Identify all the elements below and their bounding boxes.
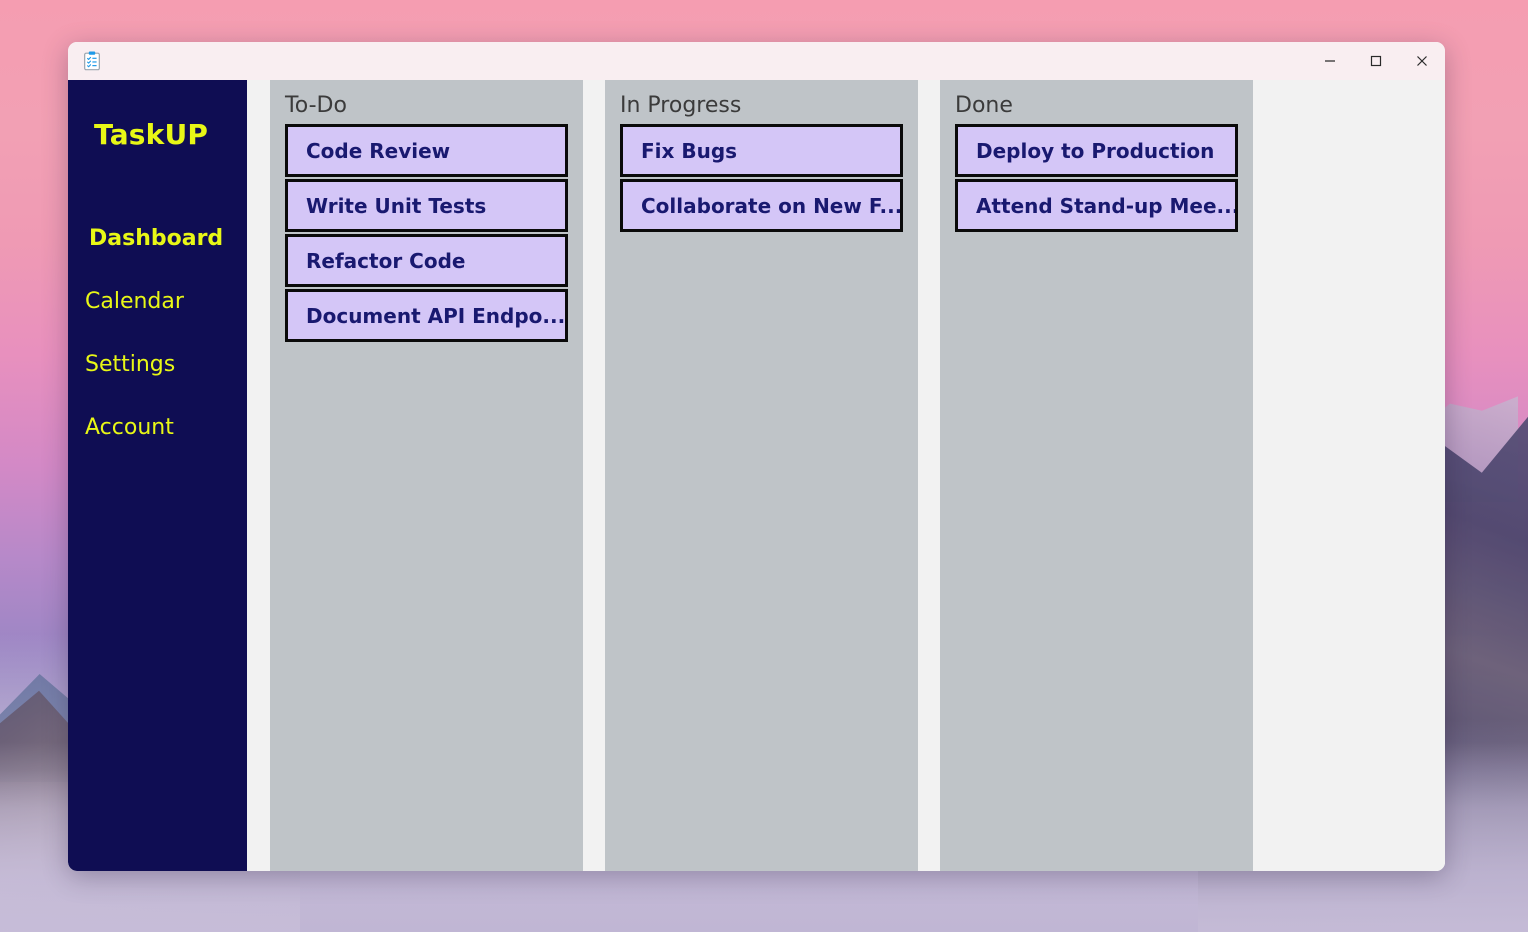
task-card-label: Write Unit Tests: [306, 193, 487, 218]
task-card-label: Deploy to Production: [976, 138, 1215, 163]
sidebar-item-account[interactable]: Account: [68, 396, 247, 459]
sidebar-item-settings[interactable]: Settings: [68, 333, 247, 396]
task-card[interactable]: Write Unit Tests: [285, 179, 568, 233]
clipboard-task-icon: [84, 51, 100, 71]
maximize-button[interactable]: [1353, 42, 1399, 80]
minimize-button[interactable]: [1307, 42, 1353, 80]
app-window: TaskUP Dashboard Calendar Settings Accou…: [68, 42, 1445, 871]
card-list: Deploy to Production Attend Stand-up Mee…: [955, 124, 1238, 233]
task-card-label: Collaborate on New F...: [641, 193, 900, 218]
sidebar-item-label: Calendar: [85, 289, 184, 314]
app-body: TaskUP Dashboard Calendar Settings Accou…: [68, 80, 1445, 871]
sidebar-item-calendar[interactable]: Calendar: [68, 270, 247, 333]
title-bar: [68, 42, 1445, 80]
column-title: To-Do: [285, 93, 347, 118]
sidebar-item-dashboard[interactable]: Dashboard: [68, 207, 247, 270]
task-card[interactable]: Deploy to Production: [955, 124, 1238, 178]
task-card-label: Fix Bugs: [641, 138, 738, 163]
close-button[interactable]: [1399, 42, 1445, 80]
task-card[interactable]: Code Review: [285, 124, 568, 178]
task-card-label: Code Review: [306, 138, 451, 163]
task-card[interactable]: Document API Endpo...: [285, 289, 568, 343]
task-card[interactable]: Collaborate on New F...: [620, 179, 903, 233]
task-card-label: Refactor Code: [306, 248, 466, 273]
board-column-todo: To-Do Code Review Write Unit Tests Refac…: [270, 80, 583, 871]
task-card[interactable]: Refactor Code: [285, 234, 568, 288]
column-title: In Progress: [620, 93, 742, 118]
task-card-label: Document API Endpo...: [306, 303, 565, 328]
task-card[interactable]: Fix Bugs: [620, 124, 903, 178]
sidebar-item-label: Dashboard: [89, 226, 224, 251]
sidebar-item-label: Settings: [85, 352, 176, 377]
board-column-done: Done Deploy to Production Attend Stand-u…: [940, 80, 1253, 871]
maximize-icon: [1370, 55, 1382, 67]
column-title: Done: [955, 93, 1013, 118]
sidebar: TaskUP Dashboard Calendar Settings Accou…: [68, 80, 247, 871]
window-controls: [1307, 42, 1445, 80]
sidebar-nav: Dashboard Calendar Settings Account: [68, 207, 247, 459]
close-icon: [1417, 56, 1427, 66]
kanban-board: To-Do Code Review Write Unit Tests Refac…: [247, 80, 1445, 871]
card-list: Code Review Write Unit Tests Refactor Co…: [285, 124, 568, 343]
board-column-in-progress: In Progress Fix Bugs Collaborate on New …: [605, 80, 918, 871]
minimize-icon: [1325, 60, 1335, 62]
task-card[interactable]: Attend Stand-up Mee...: [955, 179, 1238, 233]
sidebar-item-label: Account: [85, 415, 174, 440]
app-brand-title: TaskUP: [94, 118, 209, 151]
card-list: Fix Bugs Collaborate on New F...: [620, 124, 903, 233]
task-card-label: Attend Stand-up Mee...: [976, 193, 1235, 218]
